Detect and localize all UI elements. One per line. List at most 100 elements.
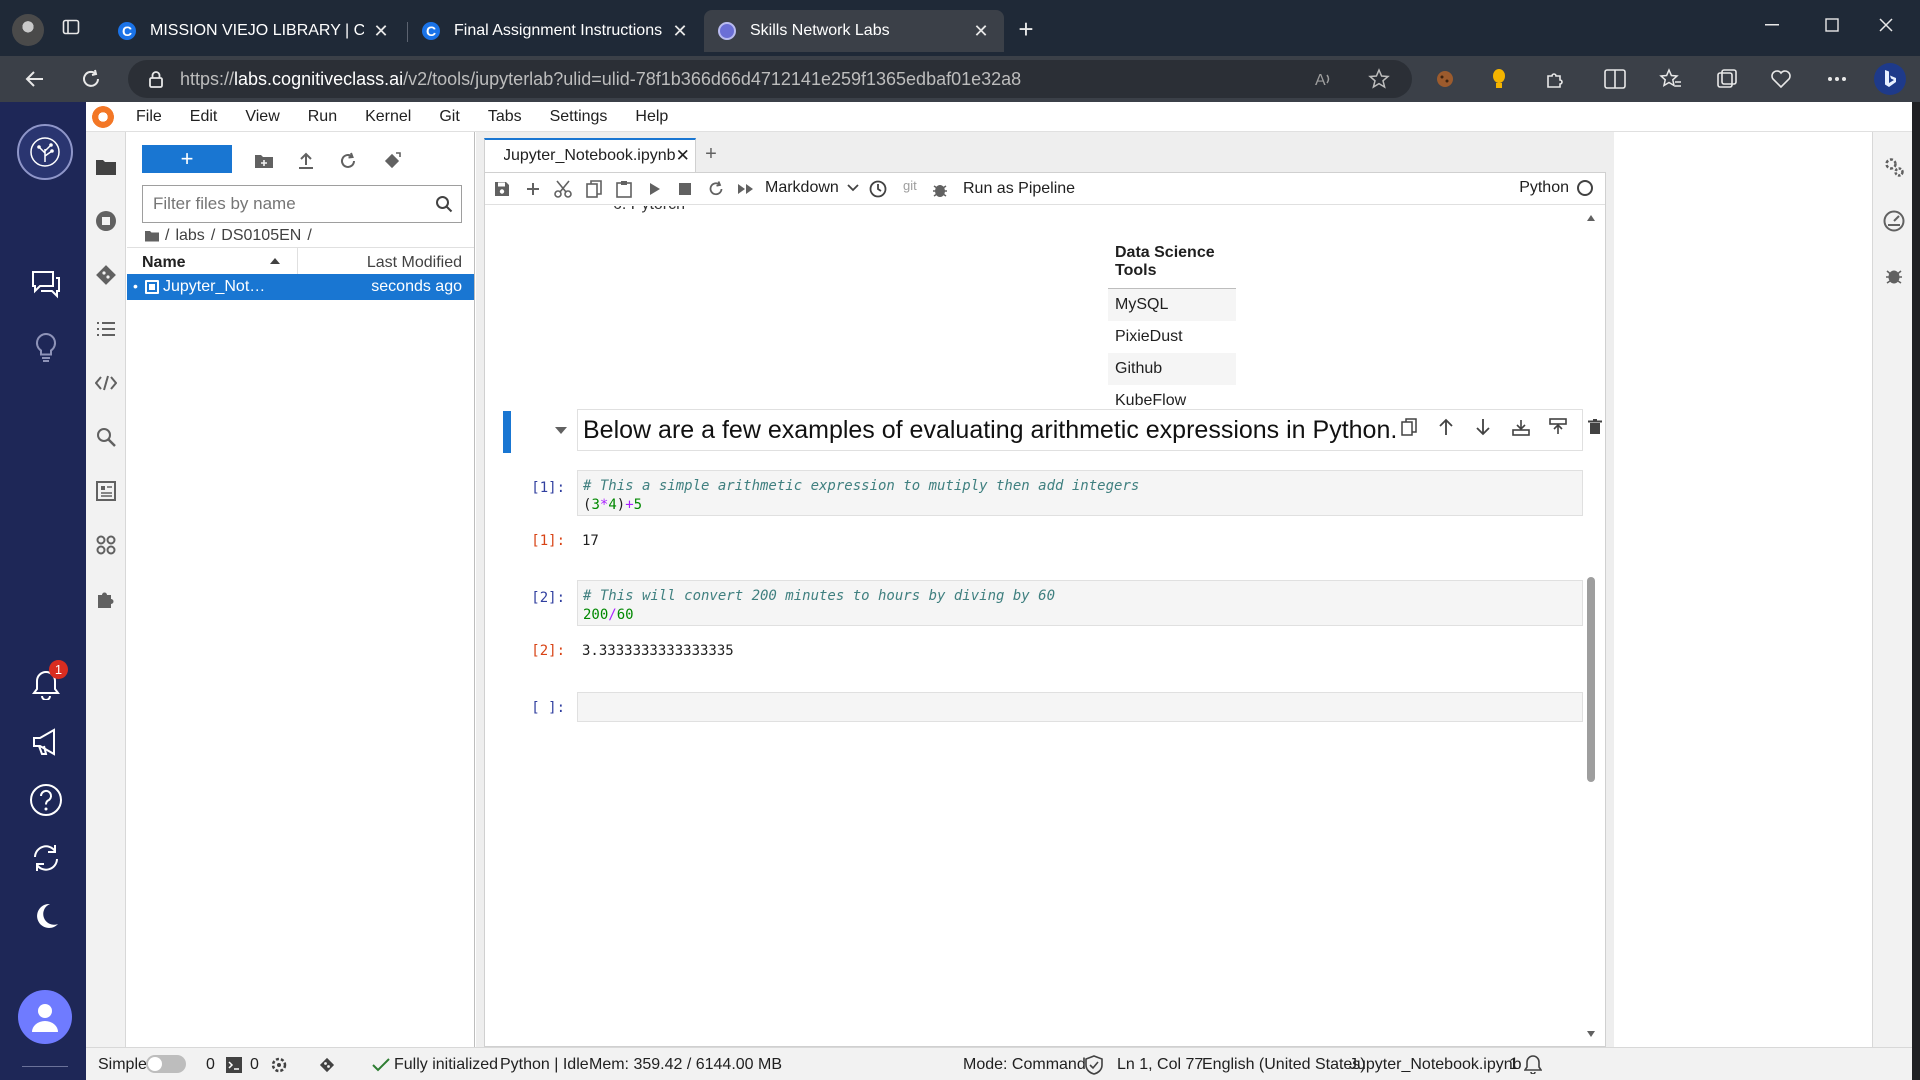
duplicate-cell-icon[interactable]	[1399, 417, 1419, 437]
help-icon[interactable]	[22, 776, 70, 824]
property-inspector-icon[interactable]	[93, 424, 119, 450]
read-aloud-icon[interactable]: A	[1314, 69, 1334, 89]
language-display[interactable]: English (United States)	[1202, 1056, 1366, 1074]
more-options-icon[interactable]	[1824, 66, 1850, 92]
empty-code-cell[interactable]: [ ]:	[485, 692, 1605, 724]
menu-view[interactable]: View	[245, 108, 279, 126]
refresh-icon[interactable]	[78, 66, 104, 92]
extension-catalog-icon[interactable]	[93, 478, 119, 504]
code-editor[interactable]: # This a simple arithmetic expression to…	[577, 470, 1583, 516]
close-icon[interactable]: ✕	[372, 21, 390, 42]
code-snippets-icon[interactable]	[93, 370, 119, 396]
kernel-count[interactable]: 0	[250, 1056, 259, 1074]
favorite-star-icon[interactable]	[1368, 68, 1390, 90]
breadcrumb-ds0105en[interactable]: DS0105EN	[221, 227, 301, 245]
refresh-files-icon[interactable]	[337, 150, 359, 172]
profile-avatar[interactable]	[12, 14, 44, 46]
tab-actions-icon[interactable]	[62, 18, 80, 36]
menu-help[interactable]: Help	[635, 108, 668, 126]
kernel-gear-icon[interactable]	[270, 1056, 288, 1074]
run-icon[interactable]	[646, 180, 664, 198]
code-cell[interactable]: [2]: # This will convert 200 minutes to …	[485, 580, 1605, 680]
extension-bulb-icon[interactable]	[1486, 66, 1512, 92]
restart-kernel-icon[interactable]	[707, 180, 725, 198]
search-icon[interactable]	[435, 195, 453, 213]
markdown-cell[interactable]: Below are a few examples of evaluating a…	[485, 409, 1605, 457]
sync-icon[interactable]	[22, 834, 70, 882]
browser-essentials-icon[interactable]	[1768, 66, 1794, 92]
breadcrumb-root[interactable]: /	[165, 227, 169, 245]
extension-manager-puzzle-icon[interactable]	[93, 586, 119, 612]
favorites-icon[interactable]	[1658, 66, 1684, 92]
lightbulb-icon[interactable]	[22, 324, 70, 372]
trusted-shield-icon[interactable]	[1085, 1055, 1103, 1075]
run-as-pipeline-button[interactable]: Run as Pipeline	[963, 180, 1075, 198]
scrollbar-thumb[interactable]	[1587, 577, 1595, 782]
lsp-status[interactable]: Fully initialized	[394, 1056, 498, 1074]
dark-mode-moon-icon[interactable]	[22, 892, 70, 940]
url-field[interactable]: https://labs.cognitiveclass.ai/v2/tools/…	[128, 60, 1412, 98]
browser-tab-mission-viejo[interactable]: C MISSION VIEJO LIBRARY | Course ✕	[104, 10, 404, 52]
cell-collapser[interactable]	[503, 411, 511, 453]
menu-tabs[interactable]: Tabs	[488, 108, 522, 126]
new-launcher-button[interactable]: +	[142, 145, 232, 173]
collections-icon[interactable]	[1714, 66, 1740, 92]
cursor-position[interactable]: Ln 1, Col 77	[1117, 1056, 1203, 1074]
new-tab-button[interactable]: +	[1012, 16, 1040, 44]
close-icon[interactable]: ✕	[676, 146, 690, 166]
terminal-count[interactable]: 0	[206, 1056, 215, 1074]
menu-edit[interactable]: Edit	[190, 108, 218, 126]
browser-tab-final-assignment[interactable]: C Final Assignment Instructions: Cr ✕	[408, 10, 703, 52]
running-sessions-icon[interactable]	[93, 208, 119, 234]
menu-settings[interactable]: Settings	[550, 108, 608, 126]
kernel-status[interactable]: Python | Idle	[500, 1056, 589, 1074]
simple-mode-toggle[interactable]	[146, 1055, 186, 1073]
insert-above-icon[interactable]	[1511, 417, 1531, 437]
menu-file[interactable]: File	[136, 108, 162, 126]
file-name[interactable]: Jupyter_Notebook.ipynb	[163, 278, 273, 296]
cut-icon[interactable]	[554, 180, 572, 198]
property-inspector-gears-icon[interactable]	[1881, 154, 1907, 180]
folder-icon[interactable]	[93, 154, 119, 180]
minimize-icon[interactable]	[1752, 10, 1792, 40]
copy-icon[interactable]	[585, 180, 603, 198]
code-editor[interactable]: # This will convert 200 minutes to hours…	[577, 580, 1583, 626]
stop-icon[interactable]	[676, 180, 694, 198]
user-avatar-icon[interactable]	[18, 990, 72, 1044]
extensions-puzzle-icon[interactable]	[1542, 66, 1568, 92]
lsp-check-icon[interactable]	[372, 1057, 390, 1073]
column-last-modified[interactable]: Last Modified	[367, 254, 462, 272]
table-of-contents-icon[interactable]	[93, 316, 119, 342]
sort-ascending-icon[interactable]	[269, 257, 281, 265]
status-bell-icon[interactable]	[1524, 1054, 1542, 1074]
move-down-icon[interactable]	[1473, 417, 1493, 437]
debugger-bug-icon[interactable]	[931, 180, 949, 198]
add-tab-button[interactable]: +	[700, 144, 722, 166]
insert-cell-icon[interactable]	[524, 180, 542, 198]
back-arrow-icon[interactable]	[22, 66, 48, 92]
megaphone-icon[interactable]	[22, 718, 70, 766]
bing-copilot-icon[interactable]	[1874, 63, 1906, 95]
upload-icon[interactable]	[295, 150, 317, 172]
kernel-indicator[interactable]: Python	[1519, 179, 1593, 197]
move-up-icon[interactable]	[1436, 417, 1456, 437]
resource-gauge-icon[interactable]	[1881, 208, 1907, 234]
split-screen-icon[interactable]	[1602, 66, 1628, 92]
components-icon[interactable]	[93, 532, 119, 558]
caret-down-icon[interactable]	[555, 427, 567, 435]
home-folder-icon[interactable]	[145, 230, 159, 242]
close-icon[interactable]: ✕	[671, 21, 689, 42]
fast-forward-icon[interactable]	[737, 180, 755, 198]
lock-icon[interactable]	[148, 70, 164, 88]
column-name[interactable]: Name	[142, 254, 186, 272]
maximize-icon[interactable]	[1812, 10, 1852, 40]
terminal-icon[interactable]	[226, 1057, 242, 1073]
paste-icon[interactable]	[615, 180, 633, 198]
git-clone-icon[interactable]	[381, 150, 403, 172]
browser-tab-skills-network[interactable]: Skills Network Labs ✕	[704, 10, 1004, 52]
notification-count[interactable]: 1	[1509, 1056, 1518, 1074]
code-cell[interactable]: [1]: # This a simple arithmetic expressi…	[485, 470, 1605, 570]
git-icon[interactable]	[93, 262, 119, 288]
notifications-bell-icon[interactable]: 1	[22, 660, 70, 708]
menu-git[interactable]: Git	[439, 108, 459, 126]
